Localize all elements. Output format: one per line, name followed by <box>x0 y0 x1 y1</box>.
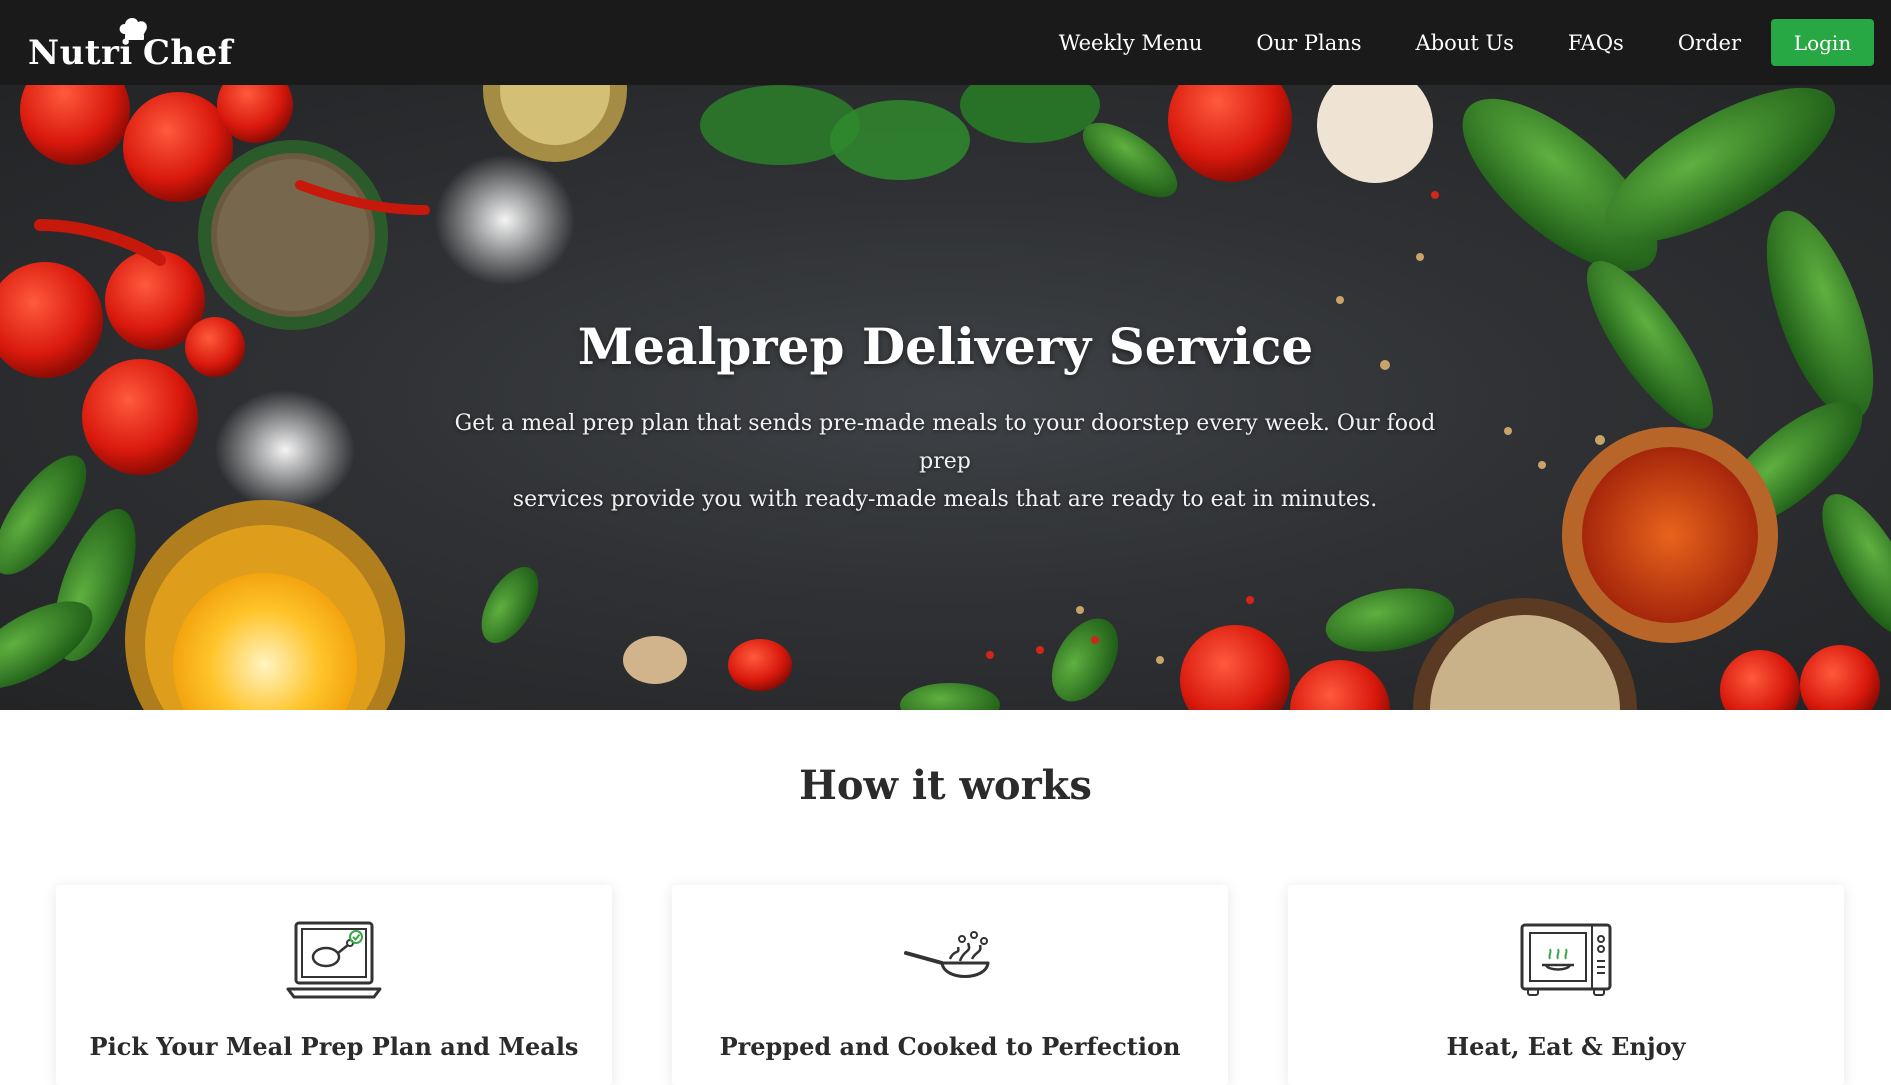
step-card-pick-plan: Pick Your Meal Prep Plan and Meals <box>56 885 612 1085</box>
chef-hat-icon <box>119 18 147 40</box>
brand-logo[interactable]: Nutri Chef <box>28 18 233 73</box>
nav-about-us[interactable]: About Us <box>1416 31 1514 55</box>
hero-banner: Mealprep Delivery Service Get a meal pre… <box>0 85 1891 710</box>
laptop-meal-icon <box>286 921 382 999</box>
step-title-prepped: Prepped and Cooked to Perfection <box>719 1032 1181 1061</box>
hero-subtitle: Get a meal prep plan that sends pre-made… <box>445 405 1445 519</box>
step-title-pick-plan: Pick Your Meal Prep Plan and Meals <box>89 1032 579 1061</box>
main-nav: Weekly Menu Our Plans About Us FAQs Orde… <box>1005 0 1741 85</box>
hero-subtitle-line1: Get a meal prep plan that sends pre-made… <box>454 411 1436 474</box>
login-button[interactable]: Login <box>1771 19 1874 66</box>
nav-weekly-menu[interactable]: Weekly Menu <box>1059 31 1203 55</box>
brand-name-second: Chef <box>142 33 233 73</box>
navbar: Nutri Chef Weekly Menu Our Plans About U… <box>0 0 1891 85</box>
how-it-works-title: How it works <box>799 762 1092 809</box>
frying-pan-icon <box>904 931 990 978</box>
nav-faqs[interactable]: FAQs <box>1568 31 1624 55</box>
step-card-prepped: Prepped and Cooked to Perfection <box>672 885 1228 1085</box>
step-card-heat-eat: Heat, Eat & Enjoy <box>1288 885 1844 1085</box>
hero-subtitle-line2: services provide you with ready-made mea… <box>512 487 1378 512</box>
microwave-icon <box>1520 923 1612 996</box>
step-title-heat-eat: Heat, Eat & Enjoy <box>1446 1032 1686 1061</box>
nav-order[interactable]: Order <box>1678 31 1741 55</box>
nav-our-plans[interactable]: Our Plans <box>1256 31 1361 55</box>
hero-background-image <box>0 85 1891 710</box>
hero-title: Mealprep Delivery Service <box>577 317 1314 376</box>
